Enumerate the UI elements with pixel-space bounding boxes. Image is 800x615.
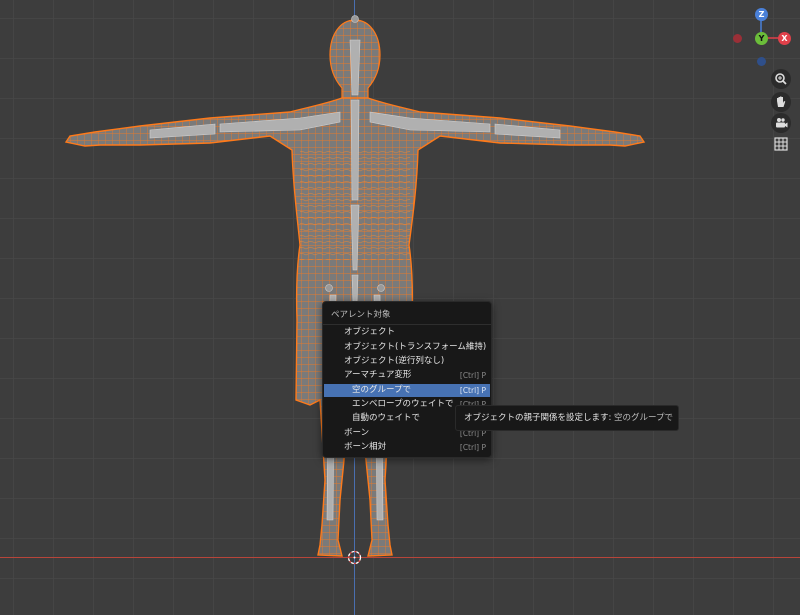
menu-item-label: オブジェクト(逆行列なし) [344, 356, 445, 366]
menu-item-label: ボーン相対 [344, 442, 387, 452]
tooltip: オブジェクトの親子関係を設定します: 空のグループで [455, 405, 679, 431]
menu-item-object[interactable]: オブジェクト [324, 326, 490, 339]
gizmo-y-axis[interactable]: Y [755, 32, 768, 45]
menu-item-shortcut: [Ctrl] P [459, 443, 486, 452]
menu-item-label: 空のグループで [352, 385, 411, 395]
menu-item-label: 自動のウェイトで [352, 413, 421, 423]
menu-item-label: エンベロープのウェイトで [352, 399, 454, 409]
menu-item-label: アーマチュア変形 [344, 370, 412, 380]
menu-item-object-keep-transform[interactable]: オブジェクト(トランスフォーム維持) [324, 341, 490, 354]
3d-viewport[interactable]: Z Y X ペアレント対象 オブジェクト オブジェクト(トランスフォーム維持) … [0, 0, 800, 615]
hand-pan-icon[interactable] [771, 92, 791, 112]
menu-item-label: オブジェクト [344, 327, 396, 337]
menu-item-with-empty-groups[interactable]: 空のグループで [Ctrl] P [324, 384, 490, 397]
tooltip-detail: 空のグループで [614, 413, 673, 423]
gizmo-z-axis[interactable]: Z [755, 8, 768, 21]
3d-cursor-icon[interactable] [346, 549, 363, 566]
tooltip-text: オブジェクトの親子関係を設定します: [464, 413, 612, 423]
menu-item-label: オブジェクト(トランスフォーム維持) [344, 342, 487, 352]
gizmo-x-axis[interactable]: X [778, 32, 791, 45]
menu-item-bone-relative[interactable]: ボーン相対 [Ctrl] P [324, 441, 490, 454]
gizmo-neg-x-axis[interactable] [733, 34, 742, 43]
set-parent-menu: ペアレント対象 オブジェクト オブジェクト(トランスフォーム維持) オブジェクト… [322, 301, 492, 458]
menu-item-object-without-inverse[interactable]: オブジェクト(逆行列なし) [324, 355, 490, 368]
menu-item-shortcut: [Ctrl] P [459, 386, 486, 395]
menu-title: ペアレント対象 [331, 310, 391, 320]
menu-item-label: ボーン [344, 428, 370, 438]
grid-ortho-icon[interactable] [771, 134, 791, 154]
menu-divider [323, 324, 491, 325]
camera-icon[interactable] [771, 113, 791, 133]
gizmo-neg-z-axis[interactable] [757, 57, 766, 66]
menu-item-shortcut: [Ctrl] P [459, 371, 486, 380]
zoom-icon[interactable] [771, 69, 791, 89]
menu-item-armature-deform[interactable]: アーマチュア変形 [Ctrl] P [324, 369, 490, 382]
